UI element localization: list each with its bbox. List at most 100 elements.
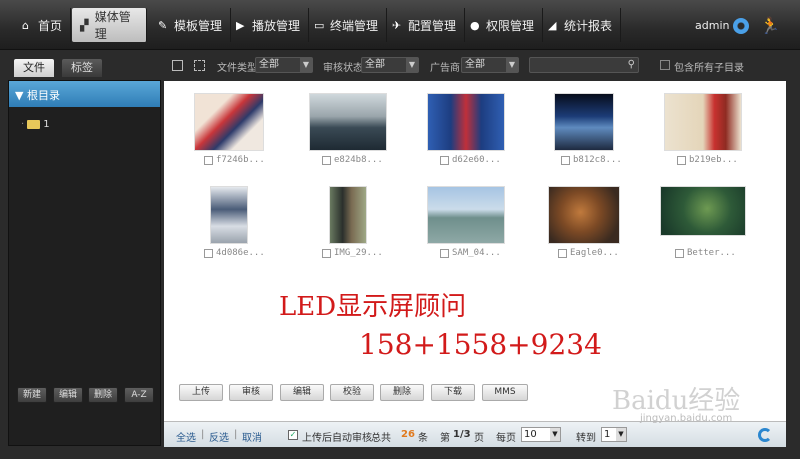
select-checkbox[interactable]	[204, 155, 213, 165]
advertiser-label: 广告商	[430, 63, 460, 74]
select-checkbox[interactable]	[675, 248, 684, 258]
verify-button[interactable]: 校验	[330, 384, 374, 401]
media-name: b219eb...	[689, 155, 738, 165]
page-unit: 页	[474, 433, 484, 444]
file-type-select[interactable]: 全部 ▼	[255, 57, 313, 73]
total-prefix: 总共	[371, 433, 391, 444]
media-thumbnail[interactable]	[548, 186, 620, 244]
review-status-select[interactable]: 全部 ▼	[361, 57, 419, 73]
tab-tags[interactable]: 标签	[62, 59, 102, 77]
media-name: f7246b...	[216, 155, 265, 165]
template-icon: ✎	[158, 18, 168, 32]
terminal-icon: ▭	[314, 18, 325, 32]
delete-button[interactable]: 删除	[380, 384, 424, 401]
media-thumbnail[interactable]	[329, 186, 367, 244]
search-icon[interactable]: ⚲	[628, 59, 635, 70]
select-checkbox[interactable]	[322, 155, 331, 165]
select-checkbox[interactable]	[561, 155, 570, 165]
chevron-down-icon: ▼	[616, 428, 626, 441]
media-thumbnail[interactable]	[194, 93, 264, 151]
media-name: SAM_04...	[452, 248, 501, 258]
media-thumbnail[interactable]	[309, 93, 387, 151]
mms-button[interactable]: MMS	[482, 384, 528, 401]
media-grid: f7246b... e824b8... d62e60... b812c8... …	[164, 81, 786, 421]
edit-folder-button[interactable]: 编辑	[53, 387, 83, 403]
sort-button[interactable]: A-Z	[124, 387, 154, 403]
filter-bar: 文件类型 全部 ▼ 审核状态 全部 ▼ 广告商 全部 ▼ ⚲ 包含所有子目录	[164, 55, 792, 77]
include-subdirs-checkbox[interactable]	[660, 60, 670, 70]
auto-review-label: 上传后自动审核	[302, 433, 372, 444]
file-type-label: 文件类型	[217, 63, 257, 74]
list-view-icon[interactable]	[194, 60, 205, 71]
media-name: 4d086e...	[216, 248, 265, 258]
select-checkbox[interactable]	[440, 155, 449, 165]
nav-permission[interactable]: ● 权限管理	[462, 8, 544, 42]
logout-icon[interactable]: 🏃	[760, 16, 780, 36]
nav-label: 播放管理	[252, 18, 301, 33]
search-input[interactable]: ⚲	[529, 57, 639, 73]
select-all-link[interactable]: 全选	[176, 429, 196, 444]
media-name: e824b8...	[334, 155, 383, 165]
upload-button[interactable]: 上传	[179, 384, 223, 401]
watermark-phone: 158+1558+9234	[359, 328, 602, 361]
select-checkbox[interactable]	[558, 248, 567, 258]
media-thumbnail[interactable]	[554, 93, 614, 151]
nav-label: 配置管理	[408, 18, 457, 33]
select-checkbox[interactable]	[204, 248, 213, 258]
media-thumbnail[interactable]	[427, 186, 505, 244]
play-icon: ▶	[236, 18, 245, 32]
nav-report[interactable]: ◢ 统计报表	[540, 8, 622, 42]
edit-button[interactable]: 编辑	[280, 384, 324, 401]
gear-icon[interactable]	[733, 18, 749, 34]
left-tabs: 文件 标签	[8, 55, 160, 79]
cancel-selection-link[interactable]: 取消	[242, 429, 262, 444]
advertiser-select[interactable]: 全部 ▼	[461, 57, 519, 73]
tree-item[interactable]: · 1	[21, 119, 50, 130]
per-page-label: 每页	[496, 433, 516, 444]
home-icon: ⌂	[22, 18, 29, 32]
per-page-select[interactable]: 10 ▼	[521, 427, 561, 442]
divider: |	[201, 429, 205, 440]
nav-media[interactable]: ▞ 媒体管理	[72, 8, 147, 42]
nav-terminal[interactable]: ▭ 终端管理	[306, 8, 388, 42]
chevron-down-icon: ▼	[300, 58, 312, 72]
tree-root[interactable]: ▼ 根目录	[9, 81, 160, 107]
download-button[interactable]: 下载	[431, 384, 475, 401]
nav-label: 统计报表	[564, 18, 613, 33]
total-unit: 条	[418, 433, 428, 444]
invert-selection-link[interactable]: 反选	[209, 429, 229, 444]
media-thumbnail[interactable]	[664, 93, 742, 151]
chevron-down-icon: ▼	[406, 58, 418, 72]
nav-config[interactable]: ✈ 配置管理	[384, 8, 466, 42]
review-button[interactable]: 审核	[229, 384, 273, 401]
refresh-icon[interactable]	[758, 428, 772, 442]
grid-view-icon[interactable]	[172, 60, 183, 71]
goto-page-select[interactable]: 1 ▼	[601, 427, 627, 442]
select-checkbox[interactable]	[677, 155, 686, 165]
chevron-down-icon: ▼	[506, 58, 518, 72]
tree-root-label: 根目录	[26, 89, 60, 102]
tree-branch-icon: ·	[21, 119, 25, 130]
select-checkbox[interactable]	[440, 248, 449, 258]
media-name: d62e60...	[452, 155, 501, 165]
media-thumbnail[interactable]	[660, 186, 746, 236]
media-name: Better...	[687, 248, 736, 258]
new-folder-button[interactable]: 新建	[17, 387, 47, 403]
include-subdirs-label: 包含所有子目录	[674, 63, 744, 74]
user-name[interactable]: admin	[695, 19, 729, 32]
sidebar: ▼ 根目录 · 1 新建 编辑 删除 A-Z	[8, 80, 161, 446]
nav-template[interactable]: ✎ 模板管理	[150, 8, 232, 42]
auto-review-checkbox[interactable]: ✓	[288, 430, 298, 440]
page-prefix: 第	[440, 433, 450, 444]
nav-play[interactable]: ▶ 播放管理	[228, 8, 310, 42]
media-thumbnail[interactable]	[427, 93, 505, 151]
nav-label: 媒体管理	[94, 10, 131, 41]
config-icon: ✈	[392, 18, 402, 32]
nav-home[interactable]: ⌂ 首页	[14, 8, 72, 42]
baidu-watermark-url: jingyan.baidu.com	[640, 413, 733, 424]
media-thumbnail[interactable]	[210, 186, 248, 244]
tab-files[interactable]: 文件	[14, 59, 54, 77]
media-name: IMG_29...	[334, 248, 383, 258]
delete-folder-button[interactable]: 删除	[88, 387, 118, 403]
select-checkbox[interactable]	[322, 248, 331, 258]
